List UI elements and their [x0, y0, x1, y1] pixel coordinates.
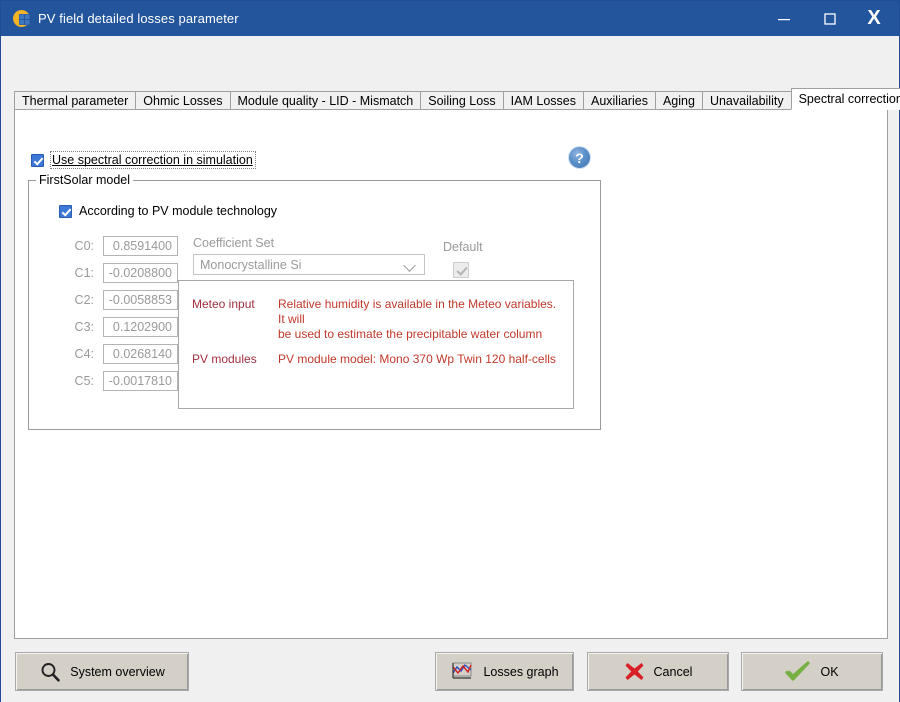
coefficient-row-c2: C2: -0.0058853: [60, 290, 178, 310]
coefficient-input-c5[interactable]: -0.0017810: [103, 371, 178, 391]
chart-icon: [452, 662, 473, 679]
tab-module-quality-lid-mismatch[interactable]: Module quality - LID - Mismatch: [229, 91, 422, 110]
info-value-pv-modules: PV module model: Mono 370 Wp Twin 120 ha…: [278, 352, 556, 366]
tab-ohmic-losses[interactable]: Ohmic Losses: [135, 91, 231, 110]
coefficient-label-c1: C1:: [74, 266, 94, 280]
coefficient-input-c1[interactable]: -0.0208800: [103, 263, 178, 283]
coefficient-set-dropdown[interactable]: Monocrystalline Si: [193, 254, 425, 275]
cancel-button[interactable]: Cancel: [587, 652, 729, 691]
window-title: PV field detailed losses parameter: [38, 11, 239, 26]
title-bar[interactable]: PV field detailed losses parameter X: [1, 1, 899, 36]
use-spectral-correction-checkbox[interactable]: Use spectral correction in simulation: [31, 151, 256, 169]
coefficient-row-c1: C1: -0.0208800: [60, 263, 178, 283]
checkbox-box-according: [59, 204, 72, 218]
close-button[interactable]: X: [853, 1, 899, 36]
check-icon: [785, 660, 811, 681]
info-key-pv-modules: PV modules: [192, 352, 257, 366]
close-icon: X: [867, 7, 881, 29]
coefficient-label-c5: C5:: [74, 374, 94, 388]
coefficient-input-c4[interactable]: 0.0268140: [103, 344, 178, 364]
ok-label: OK: [820, 664, 839, 679]
according-to-pv-module-technology-checkbox[interactable]: According to PV module technology: [59, 204, 277, 218]
coefficient-set-value: Monocrystalline Si: [200, 257, 302, 272]
losses-graph-button[interactable]: Losses graph: [435, 652, 574, 691]
coefficient-set-label: Coefficient Set: [193, 236, 275, 250]
coefficient-input-c2[interactable]: -0.0058853: [103, 290, 178, 310]
coefficient-label-c4: C4:: [74, 347, 94, 361]
info-value-meteo-input: Relative humidity is available in the Me…: [278, 297, 557, 341]
tab-aging[interactable]: Aging: [654, 91, 703, 110]
chevron-down-icon: [404, 259, 416, 271]
default-label: Default: [443, 240, 483, 254]
use-spectral-correction-label: Use spectral correction in simulation: [50, 151, 256, 169]
bottom-button-bar: System overview Losses graph Cancel OK: [1, 645, 899, 702]
window-controls: X: [761, 1, 899, 36]
coefficient-input-c3[interactable]: 0.1202900: [103, 317, 178, 337]
tab-page-spectral-correction: Use spectral correction in simulation ? …: [14, 109, 888, 639]
system-overview-button[interactable]: System overview: [15, 652, 189, 691]
close-x-icon: [625, 663, 644, 680]
info-key-meteo-input: Meteo input: [192, 297, 255, 311]
search-icon: [41, 662, 61, 682]
system-overview-label: System overview: [70, 664, 165, 679]
dialog-window: PV field detailed losses parameter X The…: [0, 0, 900, 702]
tab-iam-losses[interactable]: IAM Losses: [502, 91, 584, 110]
tab-unavailability[interactable]: Unavailability: [701, 91, 792, 110]
coefficient-label-c2: C2:: [74, 293, 94, 307]
maximize-icon: [824, 12, 836, 25]
tab-soiling-loss[interactable]: Soiling Loss: [420, 91, 504, 110]
help-icon[interactable]: ?: [568, 146, 591, 169]
coefficient-row-c3: C3: 0.1202900: [60, 317, 178, 337]
checkbox-box-use-spectral: [31, 153, 44, 167]
coefficient-input-c0[interactable]: 0.8591400: [103, 236, 178, 256]
coefficient-label-c3: C3:: [74, 320, 94, 334]
coefficient-row-c4: C4: 0.0268140: [60, 344, 178, 364]
coefficient-row-c5: C5: -0.0017810: [60, 371, 178, 391]
tab-strip: Thermal parameter Ohmic Losses Module qu…: [14, 88, 900, 110]
according-to-pv-module-technology-label: According to PV module technology: [79, 204, 278, 218]
maximize-button[interactable]: [807, 1, 853, 36]
default-checkbox[interactable]: [453, 262, 469, 278]
info-panel: Meteo input Relative humidity is availab…: [178, 280, 574, 409]
info-row-meteo-input: Meteo input Relative humidity is availab…: [192, 297, 562, 342]
tab-spectral-correction[interactable]: Spectral correction: [790, 88, 900, 110]
minimize-icon: [778, 18, 790, 20]
coefficient-label-c0: C0:: [74, 239, 94, 253]
coefficient-row-c0: C0: 0.8591400: [60, 236, 178, 256]
ok-button[interactable]: OK: [741, 652, 883, 691]
info-row-pv-modules: PV modules PV module model: Mono 370 Wp …: [192, 352, 562, 367]
tab-thermal-parameter[interactable]: Thermal parameter: [14, 91, 137, 110]
checkbox-box-default: [453, 262, 469, 278]
pv-sun-icon: [13, 10, 30, 27]
help-glyph: ?: [575, 149, 584, 166]
losses-graph-label: Losses graph: [483, 664, 559, 679]
minimize-button[interactable]: [761, 1, 807, 36]
tab-auxiliaries[interactable]: Auxiliaries: [582, 91, 656, 110]
firstsolar-model-legend: FirstSolar model: [36, 173, 133, 187]
cancel-label: Cancel: [653, 664, 693, 679]
